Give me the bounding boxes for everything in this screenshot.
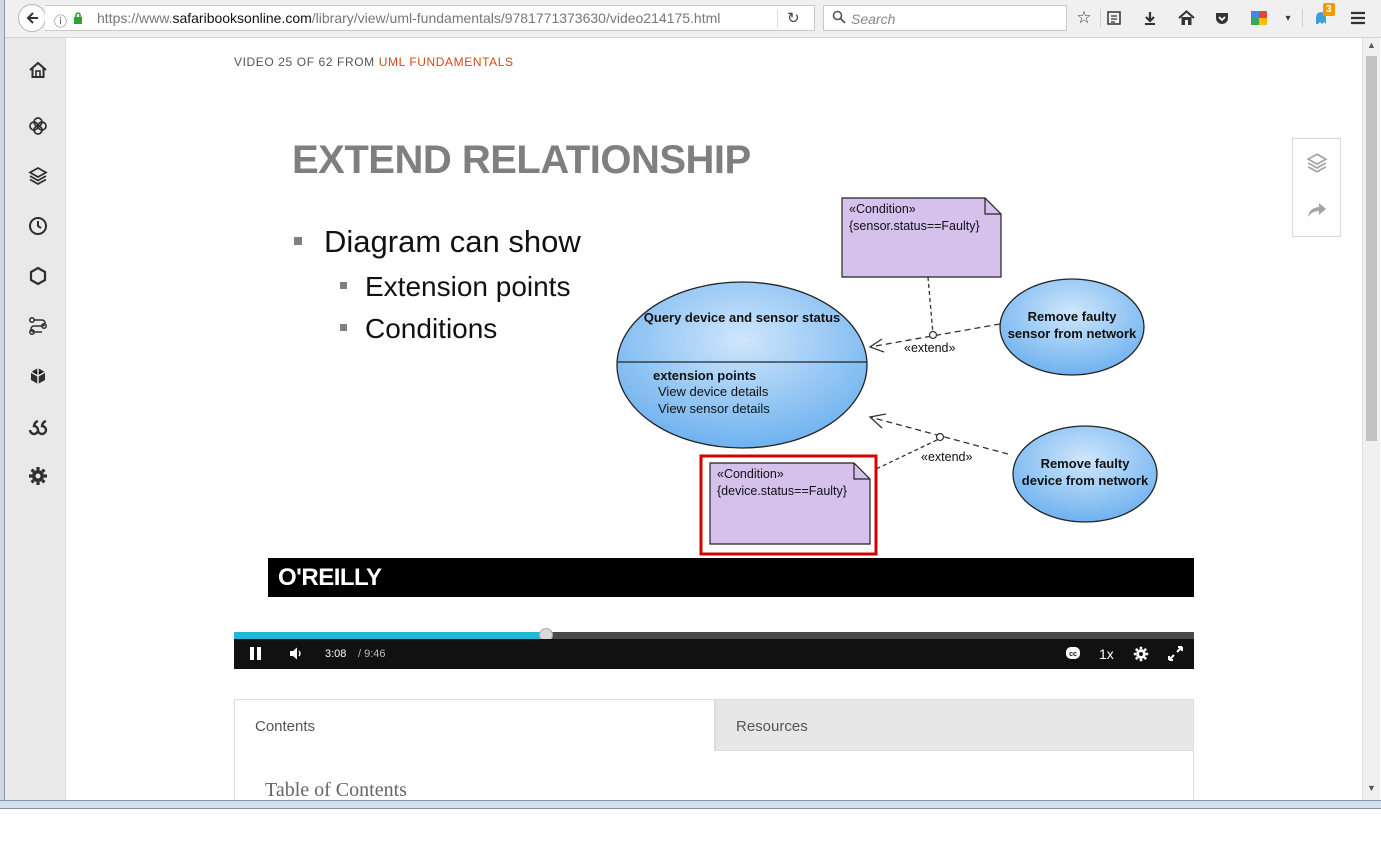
condition-top-stereotype: «Condition» [849,202,916,216]
gear-icon [1133,646,1149,662]
captions-button[interactable]: cc [1065,646,1081,660]
current-time: 3:08 [325,648,347,660]
history-clock-icon[interactable] [27,215,49,237]
page-scrollbar[interactable]: ▲ ▼ [1362,38,1380,800]
pause-button[interactable] [249,646,263,661]
share-arrow-icon[interactable] [1307,201,1327,224]
extend-label: «extend» [904,341,955,355]
extension-point-item: View sensor details [658,401,770,416]
course-link[interactable]: UML FUNDAMENTALS [379,55,514,69]
use-case-query-status [616,281,868,449]
floating-actions-panel [1292,138,1341,237]
settings-gear-icon[interactable] [27,465,49,487]
translate-extension-icon[interactable] [1248,7,1270,29]
highlights-quote-icon[interactable] [27,415,49,437]
condition-bottom-expression: {device.status==Faulty} [717,484,847,498]
search-icon [832,10,846,24]
toolbar-divider [1302,9,1303,27]
player-settings-button[interactable] [1133,646,1149,662]
back-arrow-icon [26,12,38,24]
content-tabs: Contents Resources Table of Contents [234,699,1194,801]
oreilly-logo: O'REILLY [278,564,382,591]
condition-top-expression: {sensor.status==Faulty} [849,219,980,233]
window-frame-bottom [0,800,1381,809]
download-icon[interactable] [1139,7,1161,29]
bookmark-star-icon[interactable]: ☆ [1073,7,1095,29]
scroll-thumb[interactable] [1366,56,1377,441]
video-player[interactable]: EXTEND RELATIONSHIP Diagram can show Ext… [234,92,1194,669]
url-host: safaribooksonline.com [172,10,312,26]
video-label-prefix: VIDEO 25 OF 62 FROM [234,55,375,69]
use-case-sensor-line1: Remove faulty [1028,309,1118,324]
playback-speed-button[interactable]: 1x [1099,646,1114,662]
lock-icon [74,12,82,24]
reading-list-icon[interactable] [1103,7,1125,29]
fullscreen-button[interactable] [1168,646,1183,661]
scroll-up-icon[interactable]: ▲ [1367,40,1376,50]
scroll-down-icon[interactable]: ▼ [1367,783,1376,793]
search-input[interactable]: Search [823,5,1067,31]
url-path: /library/view/uml-fundamentals/978177137… [311,10,721,26]
toc-heading: Table of Contents [265,779,407,801]
use-case-device-line1: Remove faulty [1041,456,1131,471]
add-to-playlist-layers-icon[interactable] [1306,152,1328,179]
player-controls: 3:08 / 9:46 cc 1x [234,639,1194,669]
learning-paths-icon[interactable] [27,315,49,337]
topics-icon[interactable] [27,115,49,137]
extension-points-label: extension points [653,368,756,383]
left-sidebar [5,38,66,800]
reload-icon[interactable]: ↻ [787,9,800,27]
url-prefix: https://www. [97,10,173,26]
extension-point-item: View device details [658,384,769,399]
search-placeholder: Search [851,11,896,27]
total-time: / 9:46 [358,648,386,660]
tab-resources[interactable]: Resources [715,699,1194,751]
closed-captions-icon: cc [1066,647,1080,659]
extension-marker [928,330,938,340]
fullscreen-icon [1168,646,1183,661]
condition-bottom-stereotype: «Condition» [717,467,784,481]
pocket-icon[interactable] [1211,7,1233,29]
hexagon-icon[interactable] [27,265,49,287]
layers-icon[interactable] [27,165,49,187]
svg-text:cc: cc [1069,651,1077,658]
use-case-sensor-line2: sensor from network [1008,326,1137,341]
arrowhead [868,413,887,429]
condition-connector [927,276,934,335]
volume-icon [290,647,301,660]
info-icon[interactable]: ⓘ [54,11,67,30]
tab-contents[interactable]: Contents [234,699,715,751]
volume-button[interactable] [289,646,304,661]
home-icon[interactable] [1175,7,1197,29]
video-frame-slide[interactable]: EXTEND RELATIONSHIP Diagram can show Ext… [234,92,1194,632]
chevron-down-icon[interactable]: ▾ [1277,7,1299,29]
address-bar[interactable]: ⓘ https://www.safaribooksonline.com/libr… [45,5,815,31]
use-case-diagram: «Condition» {sensor.status==Faulty} Quer… [616,197,1158,556]
notification-badge: 3 [1323,3,1335,16]
extend-label: «extend» [921,450,972,464]
progress-fill [234,632,546,639]
back-button[interactable] [18,4,46,32]
video-position-label: VIDEO 25 OF 62 FROM UML FUNDAMENTALS [234,55,514,69]
video-progress-bar[interactable] [234,628,1194,642]
use-case-device-line2: device from network [1022,473,1149,488]
hamburger-menu-icon[interactable] [1347,7,1369,29]
toolbar-divider [1100,9,1101,27]
publisher-footer-bar: O'REILLY [268,558,1194,597]
extension-marker [935,432,945,442]
pause-icon [250,647,261,660]
home-icon[interactable] [27,59,49,81]
use-case-main-title: Query device and sensor status [644,310,841,325]
browser-toolbar: ⓘ https://www.safaribooksonline.com/libr… [5,0,1381,38]
tab-panel: Table of Contents [234,751,1194,801]
playlists-icon[interactable] [27,365,49,387]
url-text[interactable]: https://www.safaribooksonline.com/librar… [97,10,720,26]
url-divider [777,10,778,28]
